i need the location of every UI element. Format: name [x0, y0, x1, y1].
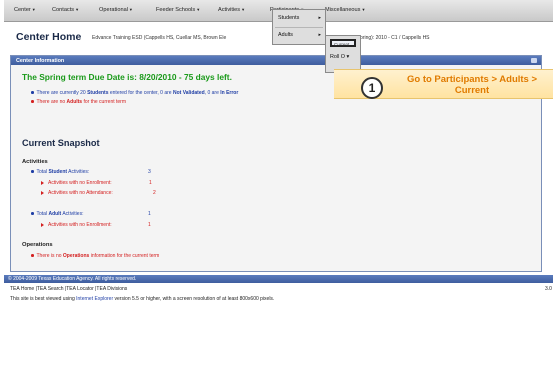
- chevron-down-icon: ▼: [128, 7, 133, 12]
- info-text: version 5.5 or higher, with a screen res…: [113, 296, 275, 302]
- info-text: This site is best viewed using: [10, 296, 77, 302]
- bullet-icon: [31, 91, 34, 94]
- row-text: Activities with no Enrollment:: [48, 180, 112, 186]
- adults-submenu: Current Roll O ▾: [325, 35, 361, 73]
- arrow-right-icon: [41, 190, 44, 195]
- nav-label: Operational: [99, 7, 128, 13]
- no-attendance-value: 2: [153, 190, 156, 196]
- no-attendance-row[interactable]: Activities with no Attendance:: [41, 190, 113, 196]
- nav-operational[interactable]: Operational▼: [99, 7, 133, 13]
- activities-heading: Activities: [22, 159, 48, 165]
- nav-label: Contacts: [52, 7, 75, 13]
- row-text: Total: [36, 211, 49, 217]
- arrow-right-icon: [41, 222, 44, 227]
- snapshot-title: Current Snapshot: [22, 138, 100, 148]
- footer-links[interactable]: TEA Home |TEA Search |TEA Locator |TEA D…: [10, 286, 127, 292]
- alert-text: There are currently 20: [36, 90, 88, 96]
- internet-explorer-link[interactable]: Internet Explorer: [76, 296, 113, 302]
- adults-alert: There are no Adults for the current term: [31, 99, 126, 105]
- copyright-text: © 2004-2009 Texas Education Agency. All …: [8, 276, 137, 282]
- chevron-down-icon: ▼: [361, 7, 366, 12]
- menu-item-roll[interactable]: Roll O ▾: [330, 54, 349, 60]
- submenu-arrow-icon: ▸: [318, 15, 321, 21]
- in-error-link[interactable]: In Error: [220, 90, 238, 96]
- students-alert: There are currently 20 Students entered …: [31, 90, 238, 96]
- app-frame: Center▼ Contacts▼ Operational▼ Feeder Sc…: [4, 0, 553, 382]
- chevron-down-icon: ▼: [196, 7, 201, 12]
- menu-divider: [275, 27, 323, 28]
- not-validated-link[interactable]: Not Validated: [173, 90, 205, 96]
- nav-label: Miscellaneous: [325, 7, 361, 13]
- bullet-icon: [31, 254, 34, 257]
- chevron-down-icon: ▼: [75, 7, 80, 12]
- alert-text: There is no: [36, 253, 63, 259]
- alert-text: entered for the center, 0 are: [108, 90, 173, 96]
- total-student-value: 3: [148, 169, 151, 175]
- operations-heading: Operations: [22, 242, 53, 248]
- panel-header: Center Information: [11, 56, 541, 65]
- total-adult-activities[interactable]: Total Adult Activities:: [31, 211, 83, 217]
- nav-label: Activities: [218, 7, 241, 13]
- no-enrollment-adult-value: 1: [148, 222, 151, 228]
- roll-label: Roll O: [330, 54, 345, 60]
- collapse-icon[interactable]: [531, 57, 537, 63]
- alert-text: for the current term: [82, 99, 126, 105]
- bullet-icon: [31, 100, 34, 103]
- center-schools-text: Edvance Training ESD (Cappells HS, Cuell…: [92, 35, 227, 41]
- current-label: Current: [334, 41, 350, 47]
- chevron-down-icon: ▾: [346, 54, 350, 60]
- operations-link[interactable]: Operations: [63, 253, 89, 259]
- row-text: Activities with no Attendance:: [48, 190, 113, 196]
- nav-miscellaneous[interactable]: Miscellaneous▼: [325, 7, 365, 13]
- footer-bar: © 2004-2009 Texas Education Agency. All …: [4, 275, 553, 283]
- arrow-right-icon: [41, 180, 44, 185]
- nav-activities[interactable]: Activities▼: [218, 7, 245, 13]
- bullet-icon: [31, 212, 34, 215]
- nav-center[interactable]: Center▼: [14, 7, 36, 13]
- row-text: Total: [36, 169, 49, 175]
- students-link[interactable]: Students: [87, 90, 108, 96]
- participants-dropdown: Students ▸ Adults ▸: [272, 9, 326, 45]
- version-text: 3.0: [545, 286, 552, 292]
- page-title: Center Home: [16, 31, 82, 43]
- row-text: Activities with no Enrollment:: [48, 222, 112, 228]
- no-enrollment-adult-row[interactable]: Activities with no Enrollment:: [41, 222, 112, 228]
- row-text: Activities:: [61, 211, 84, 217]
- nav-feeder-schools[interactable]: Feeder Schools▼: [156, 7, 200, 13]
- bullet-icon: [31, 170, 34, 173]
- adults-link[interactable]: Adults: [67, 99, 83, 105]
- operations-alert: There is no Operations information for t…: [31, 253, 159, 259]
- menu-item-adults[interactable]: Adults: [278, 32, 293, 38]
- step-number-badge: 1: [361, 77, 383, 99]
- chevron-down-icon: ▼: [241, 7, 246, 12]
- row-text: Adult: [48, 211, 62, 217]
- total-adult-value: 1: [148, 211, 151, 217]
- alert-text: information for the current term: [89, 253, 160, 259]
- callout-text: Go to Participants > Adults > Current: [406, 74, 538, 96]
- row-text: Activities:: [67, 169, 90, 175]
- no-enrollment-value: 1: [149, 180, 152, 186]
- alert-text: , 0 are: [204, 90, 221, 96]
- total-student-activities[interactable]: Total Student Activities:: [31, 169, 89, 175]
- chevron-down-icon: ▼: [31, 7, 36, 12]
- nav-label: Feeder Schools: [156, 7, 196, 13]
- nav-contacts[interactable]: Contacts▼: [52, 7, 79, 13]
- nav-label: Center: [14, 7, 31, 13]
- due-date-text: The Spring term Due Date is: 8/20/2010 -…: [22, 72, 232, 82]
- alert-text: There are no: [36, 99, 67, 105]
- menu-item-students[interactable]: Students: [278, 15, 299, 21]
- no-enrollment-row[interactable]: Activities with no Enrollment:: [41, 180, 112, 186]
- submenu-arrow-icon: ▸: [318, 32, 321, 38]
- menu-item-current[interactable]: Current: [330, 39, 356, 47]
- row-text: Student: [48, 169, 68, 175]
- best-viewed-text: This site is best viewed using Internet …: [10, 296, 274, 302]
- panel-title: Center Information: [16, 57, 65, 64]
